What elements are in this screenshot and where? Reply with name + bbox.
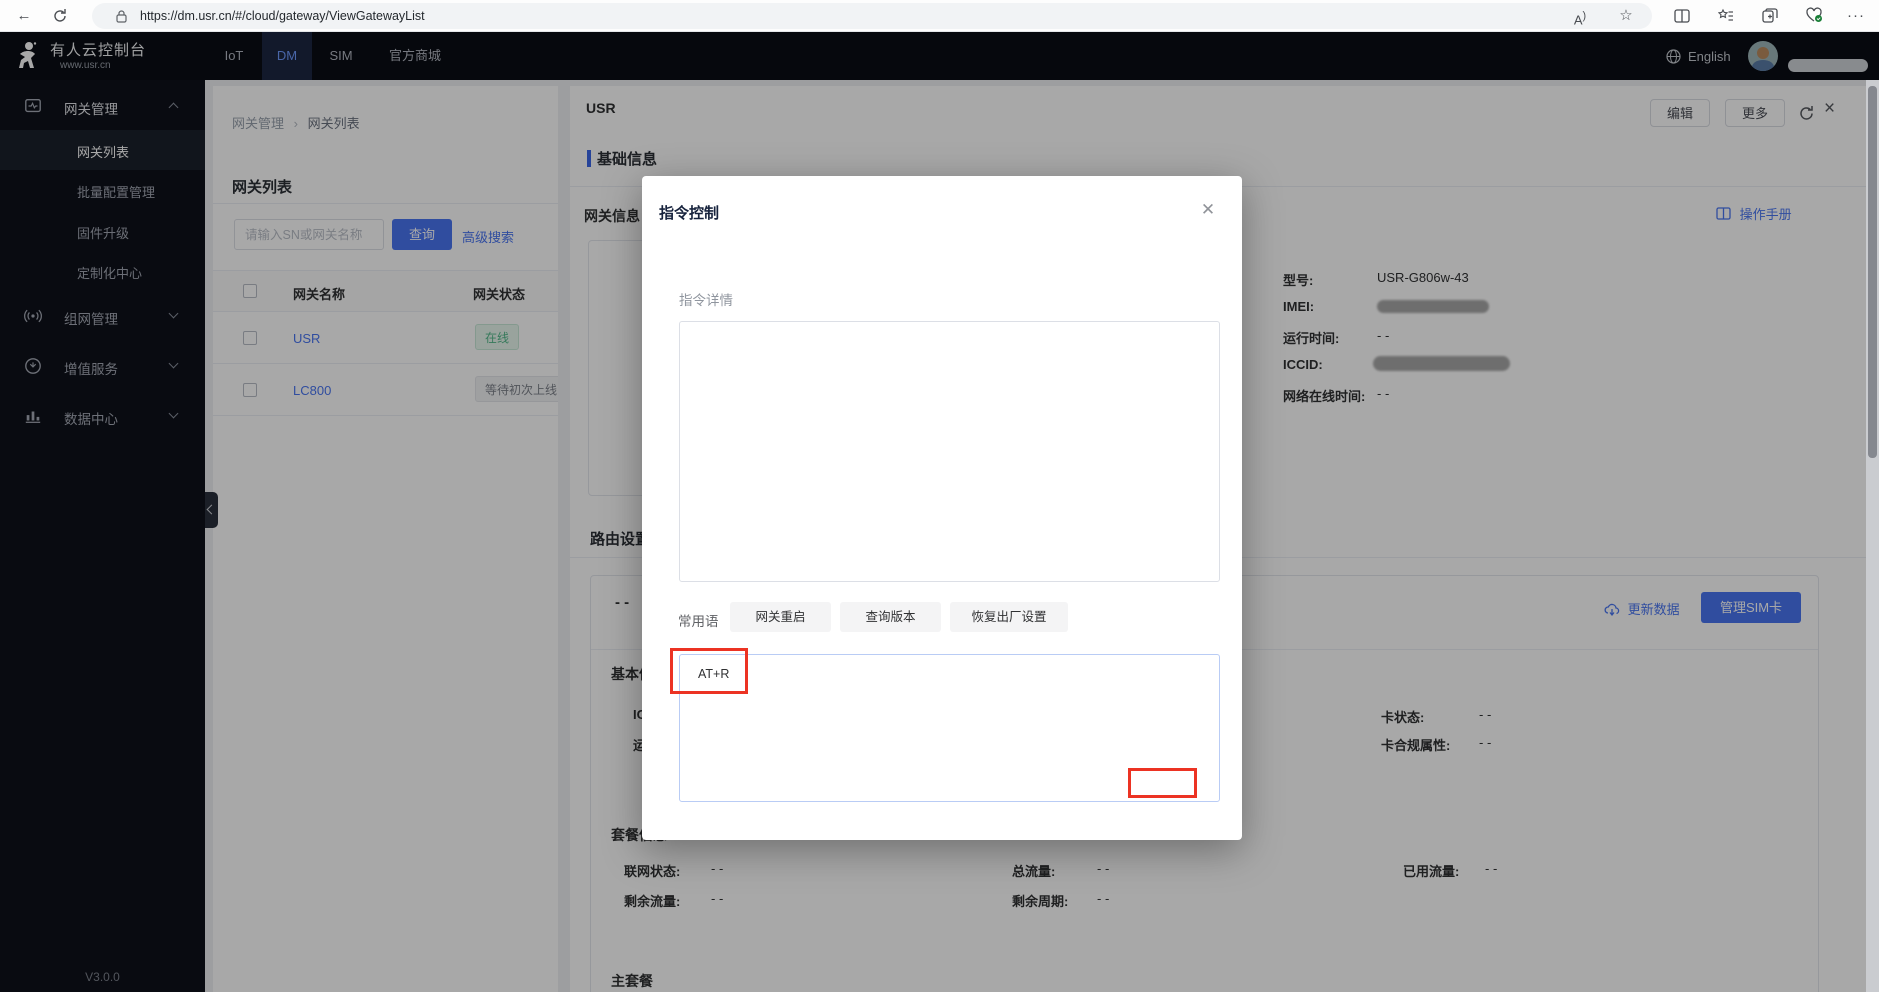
favorites-bar-icon[interactable] <box>1716 6 1736 26</box>
command-detail-textarea[interactable] <box>679 321 1220 582</box>
browser-bar: ← https://dm.usr.cn/#/cloud/gateway/View… <box>0 0 1879 32</box>
command-detail-label: 指令详情 <box>679 289 733 309</box>
favorite-star-icon[interactable]: ☆ <box>1616 6 1636 26</box>
split-screen-icon[interactable] <box>1672 6 1692 26</box>
screen: ← https://dm.usr.cn/#/cloud/gateway/View… <box>0 0 1879 992</box>
collections-icon[interactable] <box>1760 6 1780 26</box>
browser-back-icon[interactable]: ← <box>14 6 34 26</box>
url-text: https://dm.usr.cn/#/cloud/gateway/ViewGa… <box>140 9 425 23</box>
annotation-box-send <box>1128 768 1197 798</box>
lock-icon <box>116 10 127 23</box>
address-bar[interactable]: https://dm.usr.cn/#/cloud/gateway/ViewGa… <box>92 3 1652 29</box>
modal-close-icon[interactable]: ✕ <box>1198 200 1218 220</box>
browser-menu-icon[interactable]: ··· <box>1846 6 1866 26</box>
phrase-gateway-restart[interactable]: 网关重启 <box>730 602 831 632</box>
browser-refresh-icon[interactable] <box>50 6 70 26</box>
read-aloud-icon[interactable]: A) <box>1570 6 1590 26</box>
common-phrases-label: 常用语 <box>678 610 719 630</box>
page-scrollbar[interactable] <box>1866 80 1879 992</box>
scrollbar-thumb[interactable] <box>1868 86 1877 458</box>
browser-essentials-icon[interactable] <box>1804 6 1824 26</box>
phrase-factory-reset[interactable]: 恢复出厂设置 <box>950 602 1068 632</box>
annotation-box-command <box>670 648 748 694</box>
modal-title: 指令控制 <box>659 202 719 223</box>
command-control-modal: 指令控制 ✕ 指令详情 常用语 网关重启 查询版本 恢复出厂设置 AT+R 发送 <box>642 176 1242 840</box>
phrase-query-version[interactable]: 查询版本 <box>840 602 941 632</box>
